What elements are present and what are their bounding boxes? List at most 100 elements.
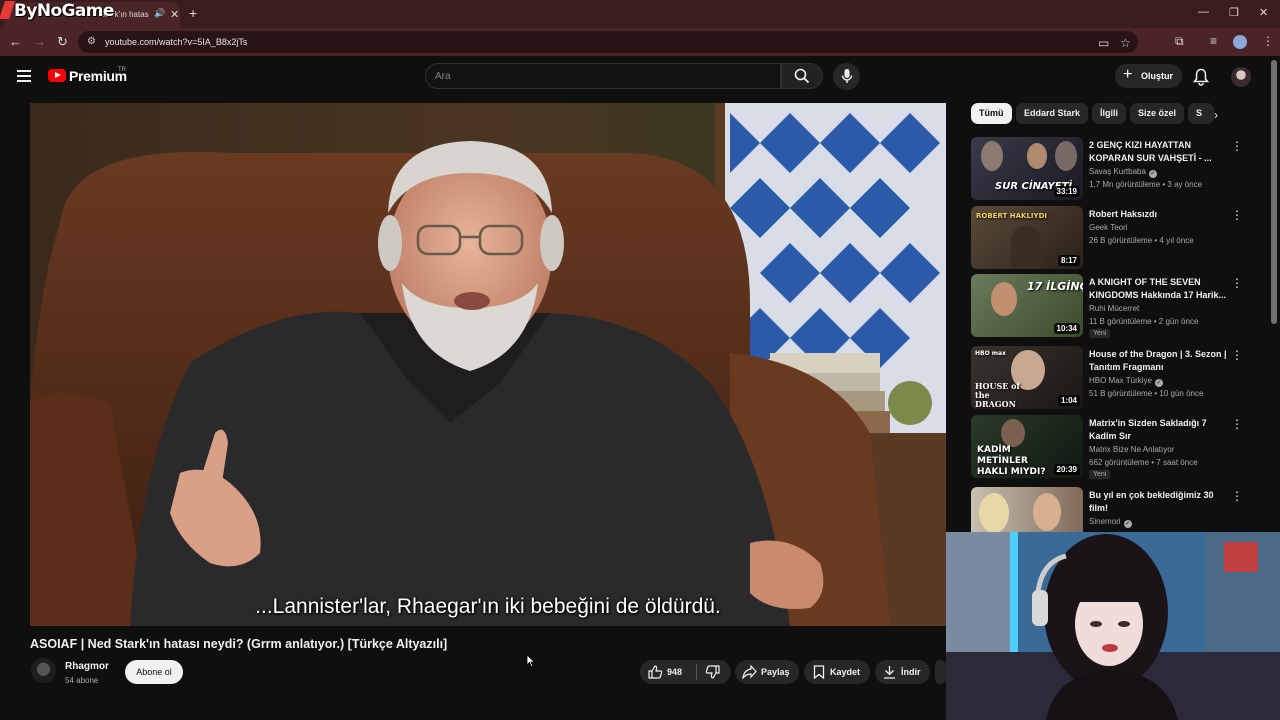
more-options-icon[interactable]: ⋮ — [1231, 489, 1243, 503]
related-channel[interactable]: Ruhi Mücerret — [1089, 304, 1139, 313]
chip-eddard-stark[interactable]: Eddard Stark — [1016, 103, 1089, 124]
related-video[interactable]: 17 İLGİNÇ BİLGİ! 10:34 A KNIGHT OF THE S… — [971, 274, 1243, 338]
create-button[interactable]: + Oluştur — [1115, 64, 1182, 88]
user-avatar[interactable] — [1231, 67, 1251, 87]
video-thumbnail[interactable]: HBO max HOUSE of the DRAGON 1:04 — [971, 346, 1083, 409]
video-thumbnail[interactable]: 17 İLGİNÇ BİLGİ! 10:34 — [971, 274, 1083, 337]
profile-icon[interactable] — [1233, 35, 1247, 49]
reading-list-icon[interactable]: ≡ — [1210, 34, 1217, 48]
related-channel[interactable]: HBO Max Türkiye ✓ — [1089, 376, 1163, 387]
related-title[interactable]: House of the Dragon | 3. Sezon | Tanıtım… — [1089, 348, 1227, 374]
voice-search-button[interactable] — [833, 63, 860, 90]
related-channel-name: Savaş Kurtbaba — [1089, 167, 1146, 176]
hbo-max-logo: HBO max — [975, 350, 1006, 357]
search-placeholder: Ara — [435, 71, 451, 82]
mouse-cursor-icon — [526, 654, 536, 668]
browser-menu-icon[interactable]: ⋮ — [1262, 34, 1274, 48]
related-video[interactable]: HBO max HOUSE of the DRAGON 1:04 House o… — [971, 346, 1243, 410]
more-options-icon[interactable]: ⋮ — [1231, 417, 1243, 431]
forward-icon[interactable]: → — [33, 34, 46, 49]
video-subtitle: ...Lannister'lar, Rhaegar'ın iki bebeğin… — [255, 595, 721, 618]
video-thumbnail[interactable]: ROBERT HAKLIYDI 8:17 — [971, 206, 1083, 269]
thumbnail-face — [1027, 143, 1047, 169]
download-button[interactable]: İndir — [875, 660, 930, 684]
chip-more[interactable]: S — [1188, 103, 1214, 124]
close-icon[interactable]: ✕ — [170, 8, 179, 21]
video-player[interactable]: ...Lannister'lar, Rhaegar'ın iki bebeğin… — [30, 103, 946, 626]
thumbs-up-icon — [648, 665, 663, 679]
share-icon — [742, 665, 757, 679]
bookmark-star-icon[interactable]: ☆ — [1120, 36, 1131, 50]
youtube-header: Premium TR Ara + Oluştur — [0, 56, 1280, 100]
share-button[interactable]: Paylaş — [735, 660, 799, 684]
related-video[interactable]: KADİM METİNLER HAKLI MIYDI? 20:39 Matrix… — [971, 415, 1243, 479]
channel-avatar[interactable] — [31, 658, 56, 683]
close-window-icon[interactable]: ✕ — [1259, 6, 1268, 19]
new-badge: Yeni — [1089, 470, 1111, 479]
video-thumbnail[interactable]: KADİM METİNLER HAKLI MIYDI? 20:39 — [971, 415, 1083, 478]
save-button[interactable]: Kaydet — [804, 660, 870, 684]
related-video[interactable]: ROBERT HAKLIYDI 8:17 Robert Haksızdı Gee… — [971, 206, 1243, 270]
thumbs-down-icon — [705, 665, 720, 679]
back-icon[interactable]: ← — [9, 34, 22, 49]
chevron-right-icon[interactable]: › — [1214, 108, 1218, 122]
address-bar[interactable]: ⚙ youtube.com/watch?v=5IA_B8x2jTs ☆ ▭ — [78, 31, 1138, 53]
related-channel[interactable]: Savaş Kurtbaba ✓ — [1089, 167, 1157, 178]
url-text[interactable]: youtube.com/watch?v=5IA_B8x2jTs — [105, 37, 247, 47]
more-options-icon[interactable]: ⋮ — [1231, 348, 1243, 362]
related-meta: 662 görüntüleme • 7 saat önce — [1089, 458, 1198, 467]
like-count: 948 — [667, 667, 683, 677]
related-channel-name: HBO Max Türkiye — [1089, 376, 1152, 385]
bookmark-icon — [813, 665, 825, 679]
related-meta: 1,7 Mn görüntüleme • 3 ay önce — [1089, 180, 1203, 189]
dislike-button[interactable] — [698, 660, 731, 684]
site-info-icon[interactable]: ⚙ — [87, 36, 96, 47]
webcam-feed — [946, 532, 1280, 720]
share-label: Paylaş — [761, 667, 790, 677]
chip-for-you[interactable]: Size özel — [1130, 103, 1185, 124]
notifications-bell-icon[interactable] — [1193, 68, 1209, 86]
subscriber-count: 54 abone — [65, 676, 99, 685]
search-icon — [794, 68, 810, 84]
related-meta: 26 B görüntüleme • 4 yıl önce — [1089, 236, 1194, 245]
related-meta: 11 B görüntüleme • 2 gün önce — [1089, 317, 1199, 326]
related-title[interactable]: Matrix'in Sizden Sakladığı 7 Kadim Sır — [1089, 417, 1227, 443]
channel-name[interactable]: Rhagmor — [65, 661, 109, 672]
extensions-icon[interactable]: ⧉ — [1175, 34, 1184, 49]
minimize-icon[interactable]: — — [1198, 6, 1209, 18]
thumbnail-text: HOUSE of the DRAGON — [975, 381, 1020, 409]
hamburger-menu-icon[interactable] — [17, 70, 31, 82]
related-meta: 51 B görüntüleme • 10 gün önce — [1089, 389, 1204, 398]
chip-related[interactable]: İlgili — [1092, 103, 1126, 124]
thumbnail-face — [979, 493, 1009, 533]
verified-check-icon: ✓ — [1148, 170, 1157, 178]
related-video[interactable]: SUR CİNAYETİ 33:19 2 GENÇ KIZI HAYATTAN … — [971, 137, 1243, 201]
related-channel[interactable]: Geek Teori — [1089, 223, 1128, 232]
country-code: TR — [118, 67, 126, 73]
related-title[interactable]: A KNIGHT OF THE SEVEN KINGDOMS Hakkında … — [1089, 276, 1227, 302]
related-channel[interactable]: Sinemori ✓ — [1089, 517, 1132, 528]
subscribe-button[interactable]: Abone ol — [125, 660, 183, 684]
video-thumbnail[interactable]: SUR CİNAYETİ 33:19 — [971, 137, 1083, 200]
cast-icon[interactable]: ▭ — [1098, 36, 1109, 50]
speaker-icon[interactable]: 🔊 — [154, 8, 165, 19]
more-options-icon[interactable]: ⋮ — [1231, 139, 1243, 153]
related-title[interactable]: Bu yıl en çok beklediğimiz 30 film! — [1089, 489, 1227, 515]
more-actions-button[interactable] — [935, 660, 946, 684]
related-title[interactable]: Robert Haksızdı — [1089, 208, 1227, 221]
search-button[interactable] — [781, 63, 823, 89]
reload-icon[interactable]: ↻ — [57, 34, 68, 50]
related-title[interactable]: 2 GENÇ KIZI HAYATTAN KOPARAN SUR VAHŞETİ… — [1089, 139, 1227, 165]
page-scrollbar[interactable] — [1271, 60, 1277, 324]
like-button[interactable]: 948 — [640, 660, 694, 684]
related-channel[interactable]: Matrix Bize Ne Anlatıyor — [1089, 445, 1174, 454]
youtube-play-icon — [48, 69, 66, 82]
more-options-icon[interactable]: ⋮ — [1231, 208, 1243, 222]
new-tab-icon[interactable]: + — [189, 5, 197, 21]
search-input[interactable]: Ara — [425, 63, 781, 89]
thumbnail-face — [1001, 419, 1025, 447]
more-options-icon[interactable]: ⋮ — [1231, 276, 1243, 290]
maximize-icon[interactable]: ❐ — [1229, 6, 1239, 19]
chip-all[interactable]: Tümü — [971, 103, 1012, 124]
video-duration: 1:04 — [1057, 395, 1080, 406]
